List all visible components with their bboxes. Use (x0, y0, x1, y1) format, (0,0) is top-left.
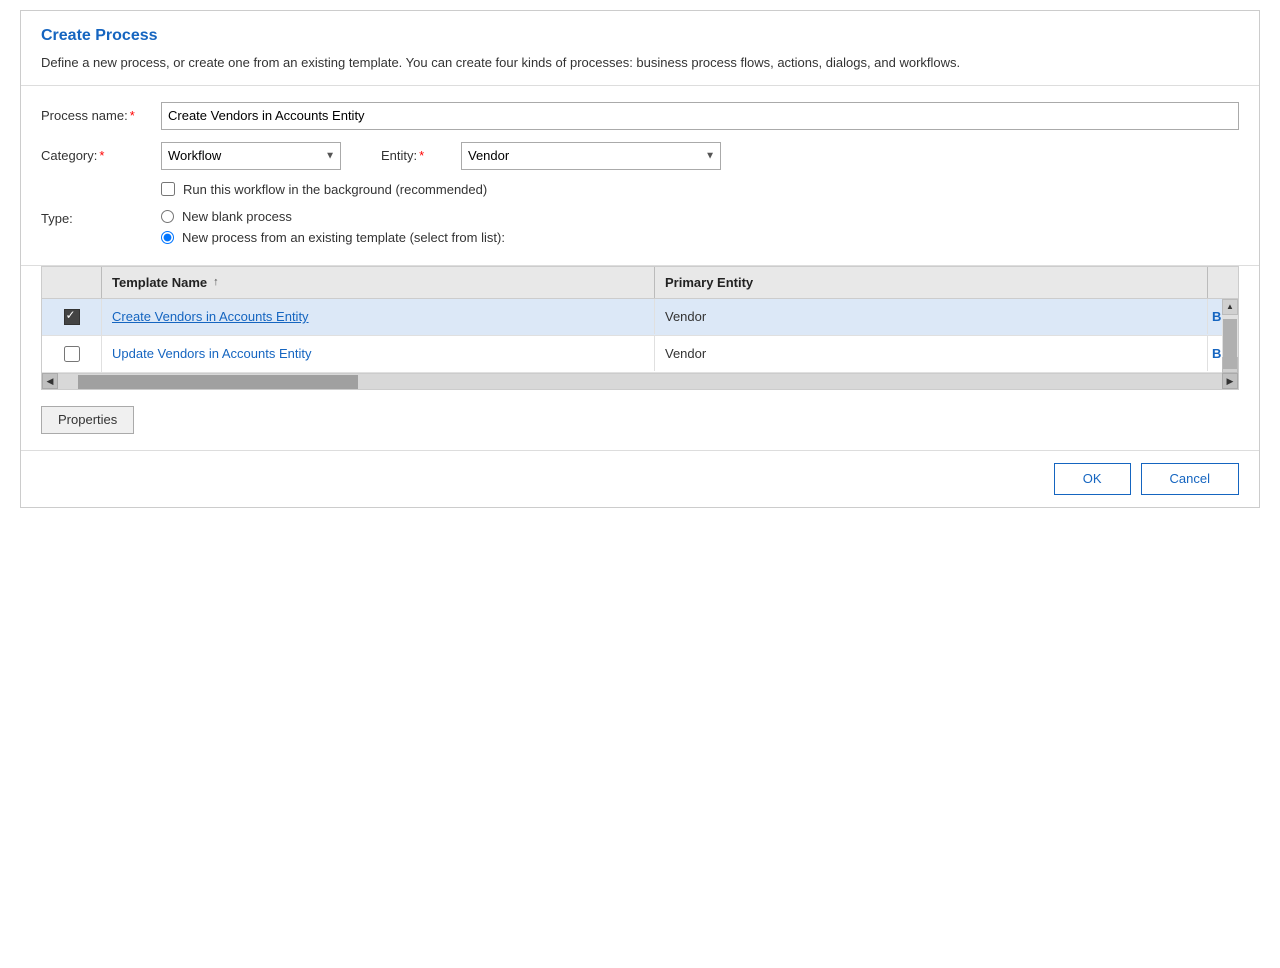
radio-template-label[interactable]: New process from an existing template (s… (182, 230, 505, 245)
process-name-row: Process name:* (41, 102, 1239, 130)
type-label: Type: (41, 209, 161, 226)
entity-required: * (419, 148, 424, 163)
col-checkbox-header (42, 267, 102, 298)
table-row[interactable]: Create Vendors in Accounts Entity Vendor… (42, 299, 1238, 336)
process-name-required: * (130, 108, 135, 123)
type-row: Type: New blank process New process from… (41, 209, 1239, 245)
type-radio-group: New blank process New process from an ex… (161, 209, 505, 245)
category-select[interactable]: Workflow Action Dialog Business Process … (161, 142, 341, 170)
row1-template-name-link[interactable]: Create Vendors in Accounts Entity (112, 309, 309, 324)
category-select-wrapper: Workflow Action Dialog Business Process … (161, 142, 341, 170)
table-body: Create Vendors in Accounts Entity Vendor… (42, 299, 1238, 373)
vertical-scrollbar[interactable]: ▲ ▼ (1222, 299, 1238, 373)
create-process-dialog: Create Process Define a new process, or … (20, 10, 1260, 508)
background-checkbox-label[interactable]: Run this workflow in the background (rec… (183, 182, 487, 197)
dialog-description: Define a new process, or create one from… (41, 53, 1239, 73)
dialog-title: Create Process (41, 27, 1239, 45)
entity-select[interactable]: Vendor Account Contact Lead (461, 142, 721, 170)
radio-blank-label[interactable]: New blank process (182, 209, 292, 224)
ok-button[interactable]: OK (1054, 463, 1131, 495)
scroll-thumb[interactable] (1223, 319, 1237, 369)
scroll-up-btn[interactable]: ▲ (1222, 299, 1238, 315)
scroll-track (1222, 315, 1238, 357)
hscroll-right-btn[interactable]: ▶ (1222, 373, 1238, 389)
properties-row: Properties (21, 406, 1259, 450)
category-entity-row: Category:* Workflow Action Dialog Busine… (41, 142, 1239, 170)
radio-blank-item: New blank process (161, 209, 505, 224)
sort-arrow-icon: ↑ (213, 276, 219, 288)
radio-blank[interactable] (161, 210, 174, 223)
dialog-header: Create Process Define a new process, or … (21, 11, 1259, 86)
hscroll-track (58, 374, 1222, 389)
table-row[interactable]: Update Vendors in Accounts Entity Vendor… (42, 336, 1238, 373)
radio-template[interactable] (161, 231, 174, 244)
process-name-input[interactable] (161, 102, 1239, 130)
radio-template-item: New process from an existing template (s… (161, 230, 505, 245)
background-checkbox-row: Run this workflow in the background (rec… (161, 182, 1239, 197)
col-extra-header (1208, 267, 1238, 298)
col-template-name-header[interactable]: Template Name ↑ (102, 267, 655, 298)
horizontal-scrollbar[interactable]: ◀ ▶ (42, 373, 1238, 389)
row2-template-name-cell: Update Vendors in Accounts Entity (102, 336, 655, 371)
dialog-footer: OK Cancel (21, 450, 1259, 507)
table-header: Template Name ↑ Primary Entity (42, 267, 1238, 299)
row1-checked-checkbox[interactable] (64, 309, 80, 325)
category-required: * (99, 148, 104, 163)
col-primary-entity-header[interactable]: Primary Entity (655, 267, 1208, 298)
background-checkbox[interactable] (161, 182, 175, 196)
template-table-container: Template Name ↑ Primary Entity Create Ve… (41, 266, 1239, 390)
cancel-button[interactable]: Cancel (1141, 463, 1239, 495)
template-table-section: Template Name ↑ Primary Entity Create Ve… (41, 266, 1239, 390)
entity-label: Entity:* (381, 148, 461, 163)
row2-checkbox[interactable] (64, 346, 80, 362)
row2-checkbox-cell (42, 336, 102, 372)
row1-primary-entity-cell: Vendor (655, 299, 1208, 334)
row2-primary-entity-cell: Vendor (655, 336, 1208, 371)
process-name-label: Process name:* (41, 108, 161, 123)
row2-template-name-link[interactable]: Update Vendors in Accounts Entity (112, 346, 311, 361)
hscroll-thumb[interactable] (78, 375, 358, 389)
row1-checkbox-cell (42, 299, 102, 335)
entity-select-wrapper: Vendor Account Contact Lead ▼ (461, 142, 721, 170)
dialog-body: Process name:* Category:* Workflow Actio… (21, 86, 1259, 266)
hscroll-left-btn[interactable]: ◀ (42, 373, 58, 389)
row1-template-name-cell: Create Vendors in Accounts Entity (102, 299, 655, 334)
category-label: Category:* (41, 148, 161, 163)
properties-button[interactable]: Properties (41, 406, 134, 434)
